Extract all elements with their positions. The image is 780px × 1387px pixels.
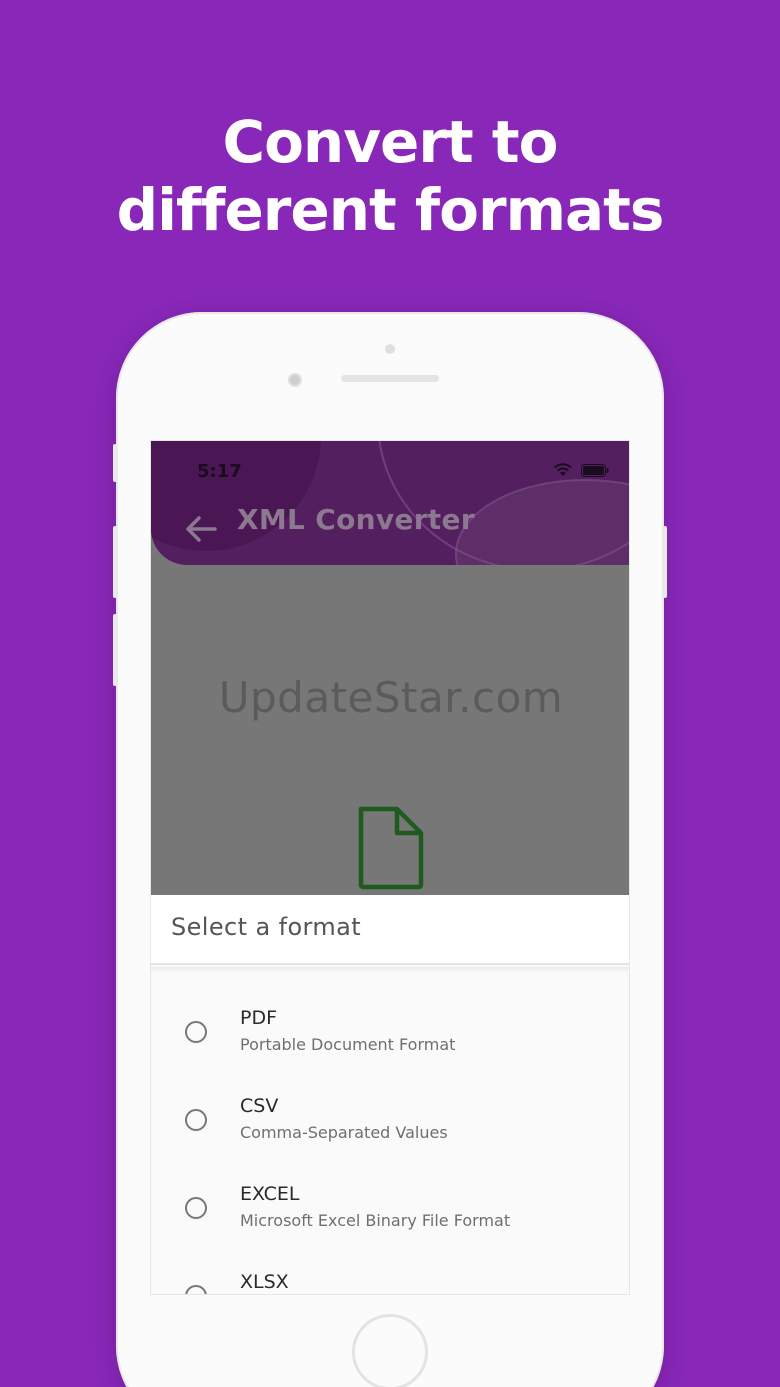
promo-headline-line1: Convert to bbox=[222, 108, 559, 176]
radio-button-csv[interactable] bbox=[185, 1109, 207, 1131]
format-option-name: PDF bbox=[240, 1007, 278, 1029]
format-option-xlsx[interactable]: XLSX bbox=[151, 1241, 629, 1294]
wifi-icon bbox=[554, 463, 572, 476]
format-bottom-sheet: Select a format PDF Portable Document Fo… bbox=[151, 895, 629, 1294]
format-option-name: XLSX bbox=[240, 1271, 289, 1293]
radio-button-xlsx[interactable] bbox=[185, 1285, 207, 1294]
promo-headline-line2: different formats bbox=[116, 176, 665, 244]
phone-volume-down bbox=[113, 614, 117, 686]
format-option-excel[interactable]: EXCEL Microsoft Excel Binary File Format bbox=[151, 1153, 629, 1241]
app-header: 5:17 XML Converter bbox=[151, 441, 629, 565]
phone-sensor bbox=[385, 344, 395, 354]
sheet-divider-shadow bbox=[151, 967, 629, 973]
radio-button-pdf[interactable] bbox=[185, 1021, 207, 1043]
format-option-description: Microsoft Excel Binary File Format bbox=[240, 1211, 511, 1230]
phone-volume-up bbox=[113, 526, 117, 598]
format-option-description: Comma-Separated Values bbox=[240, 1123, 448, 1142]
format-option-name: CSV bbox=[240, 1095, 279, 1117]
status-time: 5:17 bbox=[197, 461, 242, 482]
app-title: XML Converter bbox=[237, 503, 475, 536]
phone-speaker bbox=[341, 375, 439, 382]
watermark-text: UpdateStar.com bbox=[218, 673, 564, 722]
status-icons bbox=[553, 463, 609, 477]
radio-button-excel[interactable] bbox=[185, 1197, 207, 1219]
format-option-name: EXCEL bbox=[240, 1183, 300, 1205]
format-option-csv[interactable]: CSV Comma-Separated Values bbox=[151, 1065, 629, 1153]
promo-headline: Convert to different formats bbox=[0, 108, 780, 244]
battery-icon bbox=[581, 463, 609, 477]
phone-power-button bbox=[663, 526, 667, 598]
phone-front-camera bbox=[288, 373, 302, 387]
phone-home-button[interactable] bbox=[352, 1314, 428, 1387]
phone-screen: 5:17 XML Converter UpdateStar.com Select… bbox=[150, 440, 630, 1295]
format-option-description: Portable Document Format bbox=[240, 1035, 456, 1054]
document-icon bbox=[358, 806, 424, 890]
arrow-left-icon[interactable] bbox=[183, 511, 219, 547]
format-option-pdf[interactable]: PDF Portable Document Format bbox=[151, 977, 629, 1065]
phone-side-button bbox=[113, 444, 117, 482]
sheet-title: Select a format bbox=[151, 895, 629, 965]
